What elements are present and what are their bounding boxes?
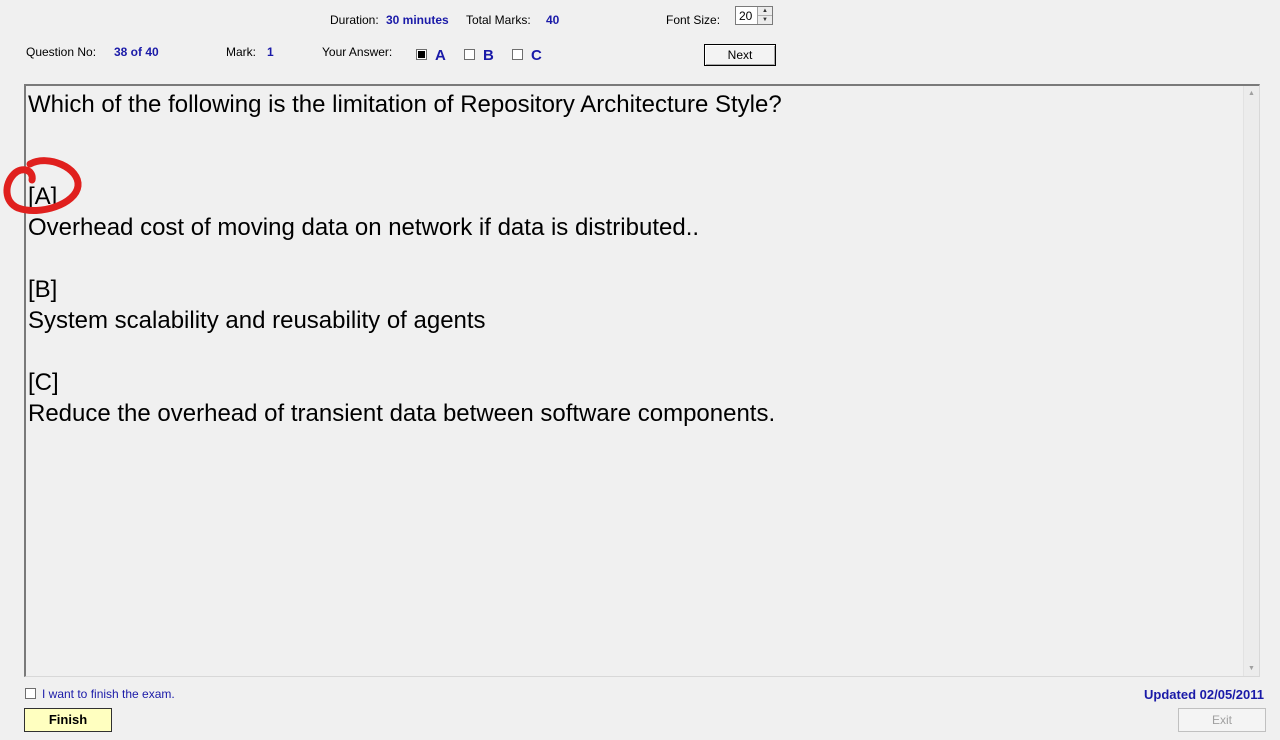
- spinner-up-icon[interactable]: ▲: [758, 7, 772, 16]
- question-text: Which of the following is the limitation…: [28, 91, 782, 118]
- font-size-value[interactable]: 20: [739, 9, 752, 23]
- font-size-spinner[interactable]: 20 ▲ ▼: [735, 6, 773, 25]
- exit-button: Exit: [1178, 708, 1266, 732]
- spinner-buttons: ▲ ▼: [757, 7, 772, 24]
- total-marks-value: 40: [546, 13, 560, 27]
- total-marks-label: Total Marks:: [466, 13, 531, 27]
- red-annotation-circle-icon: [3, 157, 82, 215]
- question-panel[interactable]: Which of the following is the limitation…: [24, 84, 1260, 677]
- mark-label: Mark:: [226, 45, 256, 59]
- option-c-text: Reduce the overhead of transient data be…: [28, 400, 776, 427]
- finish-exam-label[interactable]: I want to finish the exam.: [42, 687, 175, 701]
- mark-value: 1: [267, 45, 274, 59]
- answer-b-label[interactable]: B: [483, 47, 494, 64]
- question-no-value: 38 of 40: [114, 45, 159, 59]
- option-b-tag: [B]: [28, 276, 58, 303]
- question-no-label: Question No:: [26, 45, 97, 59]
- duration-label: Duration:: [330, 13, 379, 27]
- font-size-label: Font Size:: [666, 13, 721, 27]
- option-a-text: Overhead cost of moving data on network …: [28, 214, 700, 241]
- duration-value: 30 minutes: [386, 13, 449, 27]
- option-c-tag: [C]: [28, 369, 59, 396]
- answer-c-label[interactable]: C: [531, 47, 542, 64]
- finish-exam-checkbox[interactable]: [25, 688, 36, 699]
- next-button[interactable]: Next: [704, 44, 776, 66]
- updated-date-label: Updated 02/05/2011: [1144, 687, 1264, 702]
- spinner-down-icon[interactable]: ▼: [758, 16, 772, 24]
- option-b-text: System scalability and reusability of ag…: [28, 307, 486, 334]
- answer-c-checkbox[interactable]: [512, 49, 523, 60]
- your-answer-label: Your Answer:: [322, 45, 393, 59]
- answer-a-label[interactable]: A: [435, 47, 446, 64]
- finish-button[interactable]: Finish: [24, 708, 112, 732]
- answer-a-checkbox[interactable]: [416, 49, 427, 60]
- scroll-down-icon[interactable]: ▼: [1244, 665, 1259, 672]
- vertical-scrollbar[interactable]: ▲ ▼: [1243, 86, 1259, 676]
- answer-options: A B C: [416, 47, 556, 67]
- answer-b-checkbox[interactable]: [464, 49, 475, 60]
- scroll-up-icon[interactable]: ▲: [1244, 90, 1259, 97]
